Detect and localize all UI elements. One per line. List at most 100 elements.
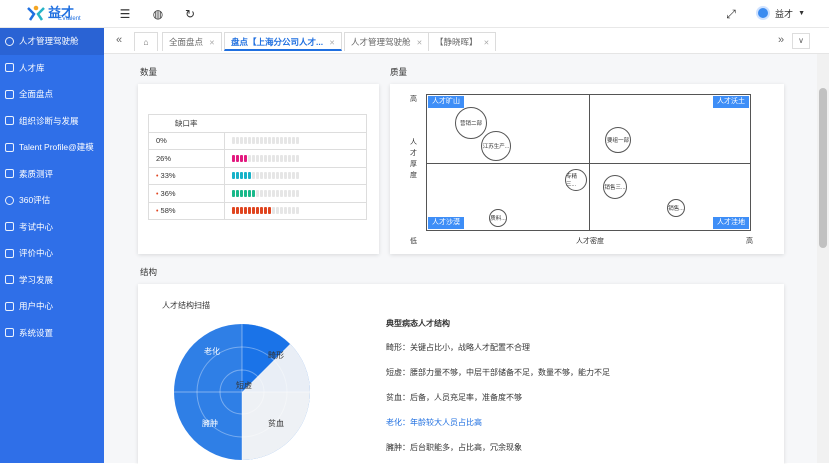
sidebar-item-learning[interactable]: 学习发展 [0, 267, 104, 294]
divider-horizontal [427, 163, 750, 164]
refresh-icon[interactable]: ↻ [183, 7, 197, 21]
profile-icon [5, 142, 14, 152]
row-prefix: • [156, 190, 159, 198]
gap-rate-value: 58% [160, 206, 176, 216]
gap-rate-value: 26% [156, 153, 172, 163]
close-icon[interactable]: ✕ [329, 40, 335, 47]
bar-segment [292, 189, 295, 197]
sidebar-item-assessment[interactable]: 素质测评 [0, 161, 104, 188]
tabs-dropdown-icon[interactable]: ∨ [792, 33, 810, 49]
main-content: 数量 质量 缺口率 0% 26% • 33% • 36% • 58% 高 人才厚度 低… [104, 54, 817, 464]
bar-segment [296, 172, 299, 180]
structure-card: 人才结构扫描 老化 畸形 短虚 臃肿 贫血 典型病态人才结构 畸形：关键占比小，… [138, 284, 784, 464]
bar-segment [240, 189, 243, 197]
caret-down-icon: ▼ [798, 9, 805, 17]
bubble[interactable]: 质料... [489, 209, 507, 227]
quality-title: 质量 [390, 67, 408, 77]
sidebar-item-talent-profile[interactable]: Talent Profile@建模 [0, 134, 104, 161]
bar-segment [236, 154, 239, 162]
sidebar: 人才管理驾驶舱 人才库 全面盘点 组织诊断与发展 Talent Profile@… [0, 28, 104, 463]
tab-home[interactable]: ⌂ [134, 32, 158, 51]
sidebar-item-evaluation[interactable]: 评价中心 [0, 240, 104, 267]
sidebar-item-label: 评价中心 [19, 248, 54, 259]
sidebar-item-label: 360评估 [19, 195, 51, 206]
gap-rate-cell: 26% [148, 149, 225, 168]
gap-rate-bar-cell [224, 201, 367, 220]
tab-label: 人才管理驾驶舱 [351, 37, 411, 47]
quality-card: 高 人才厚度 低 人才密度 高 人才旷山 人才沃土 人才沙漠 人才洼地 营销二部… [390, 84, 784, 254]
bar-segment [296, 137, 299, 145]
bar-segment [280, 154, 283, 162]
close-icon[interactable]: ✕ [417, 40, 423, 47]
scrollbar[interactable] [817, 54, 829, 463]
fullscreen-icon[interactable]: ⤢ [724, 7, 738, 21]
avatar [756, 6, 771, 20]
globe-icon[interactable]: ◍ [151, 7, 165, 21]
bar-segment [236, 189, 239, 197]
x-axis-high: 高 [746, 238, 753, 245]
quantity-title: 数量 [140, 67, 158, 77]
desc-line: 短虚：腰部力量不够，中层干部储备不足，数量不够，能力不足 [386, 368, 610, 377]
bar-segment [256, 172, 259, 180]
sidebar-item-talent-pool[interactable]: 人才库 [0, 55, 104, 82]
circle-360-icon [5, 195, 14, 205]
tab-dashboard[interactable]: 人才管理驾驶舱 ✕ [344, 32, 430, 51]
tabs-bar: « ⌂ 全面盘点 ✕ 盘点【上海分公司人才... ✕ 人才管理驾驶舱 ✕ 【静晓晖】 ✕… [104, 28, 829, 54]
bubble[interactable]: 要组一部 [605, 127, 631, 153]
gap-rate-cell: • 36% [148, 184, 225, 203]
bar-segment [264, 137, 267, 145]
bar-segment [240, 207, 243, 215]
bar-segment [256, 189, 259, 197]
bar-segment [260, 172, 263, 180]
gap-rate-bar-cell [224, 166, 367, 185]
bar-segment [256, 207, 259, 215]
bar-segment [292, 154, 295, 162]
close-icon[interactable]: ✕ [484, 40, 490, 47]
sidebar-item-users[interactable]: 用户中心 [0, 293, 104, 320]
radar-label-anemia: 贫血 [268, 418, 284, 428]
gap-rate-cell: • 33% [148, 166, 225, 185]
desc-line: 臃肿：后台职能多，占比高，冗余现象 [386, 443, 522, 452]
org-icon [5, 116, 14, 126]
bar-segment [244, 137, 247, 145]
user-menu[interactable]: 益才 ▼ [756, 6, 805, 20]
gap-rate-bar [232, 154, 366, 162]
bar-segment [260, 189, 263, 197]
bar-segment [260, 207, 263, 215]
bubble[interactable]: 销售三... [603, 175, 627, 199]
bubble[interactable]: 营销二部 [455, 107, 487, 139]
tabs-scroll-right-icon[interactable]: » [778, 34, 784, 46]
radar-label-young: 畸形 [268, 350, 284, 360]
bar-segment [280, 137, 283, 145]
y-axis-label: 人才厚度 [410, 139, 417, 179]
tab-inventory[interactable]: 全面盘点 ✕ [162, 32, 222, 51]
gap-rate-bar [232, 207, 366, 215]
row-prefix: • [156, 173, 159, 181]
menu-toggle-icon[interactable]: ☰ [118, 7, 132, 21]
bar-segment [272, 137, 275, 145]
sidebar-item-org-diagnosis[interactable]: 组织诊断与发展 [0, 108, 104, 135]
table-header-row: 缺口率 [148, 114, 367, 133]
tabs-scroll-left-icon[interactable]: « [116, 34, 122, 46]
tab-person[interactable]: 【静晓晖】 ✕ [428, 32, 497, 51]
bubble[interactable]: 专精三... [565, 169, 587, 191]
bar-segment [248, 207, 251, 215]
user-name: 益才 [775, 8, 794, 19]
bar-segment [264, 154, 267, 162]
bar-segment [248, 154, 251, 162]
bar-segment [260, 137, 263, 145]
bubble[interactable]: 销售... [667, 199, 685, 217]
sidebar-item-dashboard[interactable]: 人才管理驾驶舱 [0, 28, 104, 55]
scrollbar-thumb[interactable] [819, 88, 827, 248]
sidebar-item-exam[interactable]: 考试中心 [0, 214, 104, 241]
sidebar-item-360[interactable]: 360评估 [0, 187, 104, 214]
sidebar-item-inventory[interactable]: 全面盘点 [0, 81, 104, 108]
sidebar-item-label: Talent Profile@建模 [19, 142, 94, 153]
desc-line: 贫血：后备，人员充足率，准备度不够 [386, 393, 522, 402]
tab-inventory-detail[interactable]: 盘点【上海分公司人才... ✕ [224, 32, 342, 51]
people-icon [5, 63, 14, 73]
bar-segment [292, 137, 295, 145]
sidebar-item-settings[interactable]: 系统设置 [0, 320, 104, 347]
close-icon[interactable]: ✕ [209, 40, 215, 47]
bubble[interactable]: 江苏生产... [481, 131, 511, 161]
